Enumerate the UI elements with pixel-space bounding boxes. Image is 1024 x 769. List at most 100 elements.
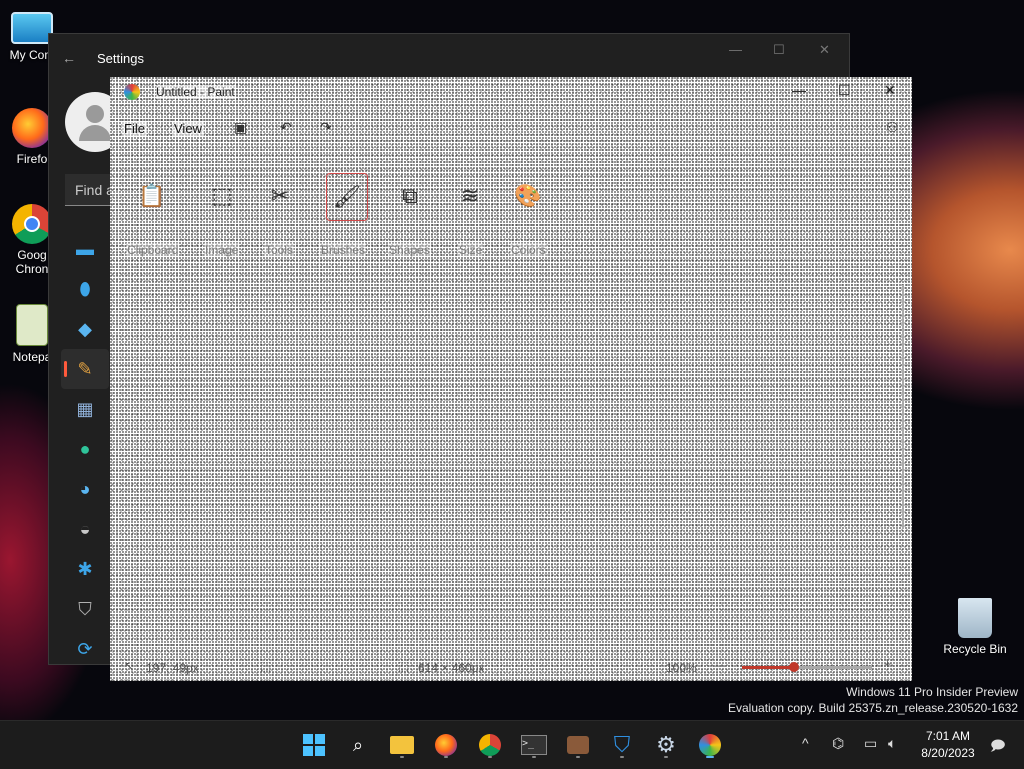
maximize-icon[interactable]: ☐ <box>838 82 851 99</box>
volume-icon[interactable]: 🔈︎ <box>888 735 896 752</box>
chrome-center <box>24 216 40 232</box>
folder-shape <box>390 736 414 754</box>
zoom-slider-thumb[interactable] <box>789 662 799 672</box>
chrome-icon[interactable] <box>474 729 506 761</box>
file-explorer-icon[interactable] <box>386 729 418 761</box>
image-label: Image <box>204 243 240 257</box>
running-indicator <box>576 756 580 758</box>
accounts-icon[interactable]: ● <box>61 429 109 469</box>
briefcase-icon[interactable] <box>562 729 594 761</box>
firefox-icon[interactable] <box>430 729 462 761</box>
minimize-icon[interactable]: — <box>729 42 742 57</box>
desktop-icon-recycle-bin[interactable]: Recycle Bin <box>940 598 1010 656</box>
watermark-line1: Windows 11 Pro Insider Preview <box>846 685 1018 699</box>
briefcase-shape <box>567 736 589 754</box>
paint-title: Untitled - Paint <box>156 85 235 99</box>
zoom-out-icon[interactable]: — <box>714 658 726 672</box>
account-icon[interactable]: ⚇ <box>886 119 899 136</box>
avatar-body <box>79 125 111 141</box>
maximize-icon[interactable]: ☐ <box>773 42 785 58</box>
settings-nav: ▬ ⬮ ◆ ✎ ▦ ● ◕ ◒ ✱ ⛉ ⟳ <box>61 229 109 669</box>
paint-window[interactable]: Untitled - Paint — ☐ ✕ File View ▣ ↶ ↷ ⚇… <box>110 77 912 681</box>
avatar-head <box>86 105 104 123</box>
brushes-tool-icon[interactable]: 🖌 <box>326 173 368 221</box>
network-icon[interactable]: ◆ <box>61 309 109 349</box>
close-icon[interactable]: ✕ <box>884 82 896 99</box>
canvas-size: 614 × 460px <box>418 661 485 675</box>
view-menu[interactable]: View <box>172 121 204 136</box>
canvas-size-icon: ⬚ <box>398 659 410 673</box>
tools-icon[interactable]: ✂ <box>260 173 300 219</box>
size-tool-icon[interactable]: ≋ <box>450 173 490 219</box>
defender-icon[interactable]: ⛉ <box>606 729 638 761</box>
zoom-slider-fill <box>742 666 794 669</box>
zoom-in-icon[interactable]: + <box>884 657 891 671</box>
accessibility-icon[interactable]: ✱ <box>61 549 109 589</box>
size-label: Size <box>458 243 484 257</box>
running-indicator <box>488 756 492 758</box>
shapes-tool-icon[interactable]: ⧉ <box>390 173 430 219</box>
undo-icon[interactable]: ↶ <box>280 119 292 136</box>
start-icon[interactable] <box>298 729 330 761</box>
settings-titlebar[interactable]: ← Settings — ☐ ✕ <box>49 34 849 82</box>
desktop-icon-label: Recycle Bin <box>943 642 1007 656</box>
zoom-slider[interactable] <box>742 662 872 672</box>
running-indicator <box>532 756 536 758</box>
gaming-icon[interactable]: ◒ <box>61 509 109 549</box>
desktop: My Com Firefo Goog Chron Notepa Recycle … <box>0 0 1024 720</box>
settings-icon[interactable]: ⚙ <box>650 729 682 761</box>
notification-icon[interactable]: 🗩︎ <box>990 735 1006 759</box>
running-indicator <box>620 756 624 758</box>
close-icon[interactable]: ✕ <box>819 42 830 58</box>
redo-icon[interactable]: ↷ <box>320 119 332 136</box>
colors-label: Colors <box>510 243 547 257</box>
cursor-icon: ↖ <box>124 659 135 673</box>
back-arrow-icon[interactable]: ← <box>49 50 89 66</box>
tools-label: Tools <box>264 243 295 257</box>
canvas-edge <box>763 357 764 657</box>
clock-date: 8/20/2023 <box>921 746 975 760</box>
firefox-icon <box>12 108 52 148</box>
clock-time: 7:01 AM <box>925 729 971 743</box>
clock[interactable]: 7:01 AM 8/20/2023 <box>910 728 986 762</box>
privacy-security-icon[interactable]: ⛉ <box>61 589 109 629</box>
chrome-shape <box>479 734 501 756</box>
zoom-value: 100% <box>666 661 697 675</box>
image-select-tool-icon[interactable]: ⬚ <box>202 173 242 219</box>
paint-shape <box>699 734 721 756</box>
windows-logo <box>303 734 325 756</box>
network-tray-icon[interactable]: ⌬ <box>832 735 844 752</box>
firefox-shape <box>435 734 457 756</box>
paint-status-bar: ↖ 197, 49px ⬚ ⬚ 614 × 460px 100% — + <box>110 653 912 681</box>
apps-icon[interactable]: ▦ <box>61 389 109 429</box>
terminal-icon[interactable]: >_ <box>518 729 550 761</box>
search-icon[interactable]: ⌕ <box>342 729 374 761</box>
running-indicator <box>664 756 668 758</box>
clipboard-tool-icon[interactable]: 📋 <box>132 173 172 219</box>
chevron-up-icon[interactable]: ^ <box>802 735 809 751</box>
paint-titlebar[interactable]: Untitled - Paint — ☐ ✕ <box>110 77 912 107</box>
terminal-shape: >_ <box>521 735 547 755</box>
cursor-position: 197, 49px <box>146 661 199 675</box>
paint-icon[interactable] <box>694 729 726 761</box>
file-menu[interactable]: File <box>122 121 147 136</box>
time-language-icon[interactable]: ◕ <box>61 469 109 509</box>
minimize-icon[interactable]: — <box>792 82 806 98</box>
colors-tool-icon[interactable]: 🎨 <box>508 173 548 219</box>
paint-app-icon <box>124 84 140 100</box>
watermark-line2: Evaluation copy. Build 25375.zn_release.… <box>728 701 1018 715</box>
taskbar: ⌕ >_ ⛉ ⚙ ^ ⌬ ▭ 🔈︎ 7:01 AM 8/20/2023 🗩︎ <box>0 720 1024 769</box>
vertical-scrollbar[interactable] <box>902 285 904 529</box>
recycle-bin-icon <box>958 598 992 638</box>
save-icon[interactable]: ▣ <box>234 119 247 136</box>
chrome-icon <box>12 204 52 244</box>
running-indicator <box>444 756 448 758</box>
notepad-icon <box>16 304 48 346</box>
system-icon[interactable]: ▬ <box>61 229 109 269</box>
personalization-icon[interactable]: ✎ <box>61 349 109 389</box>
computer-icon <box>11 12 53 44</box>
windows-update-icon[interactable]: ⟳ <box>61 629 109 669</box>
brushes-label: Brushes <box>320 243 367 257</box>
bluetooth-icon[interactable]: ⬮ <box>61 269 109 309</box>
display-tray-icon[interactable]: ▭ <box>864 735 877 752</box>
